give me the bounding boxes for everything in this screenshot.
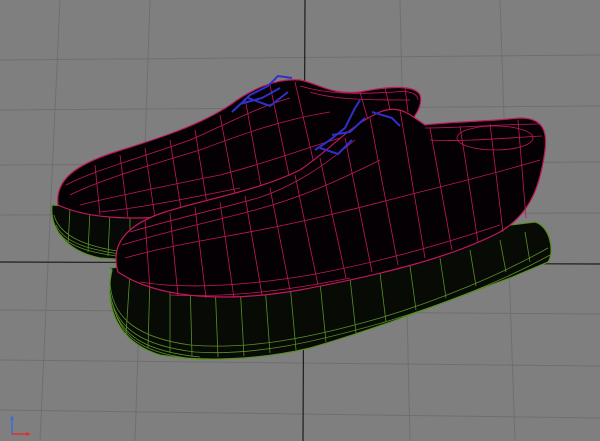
viewport-scene[interactable] [0, 0, 600, 441]
3d-viewport[interactable] [0, 0, 600, 441]
axis-gizmo-icon [10, 415, 31, 436]
